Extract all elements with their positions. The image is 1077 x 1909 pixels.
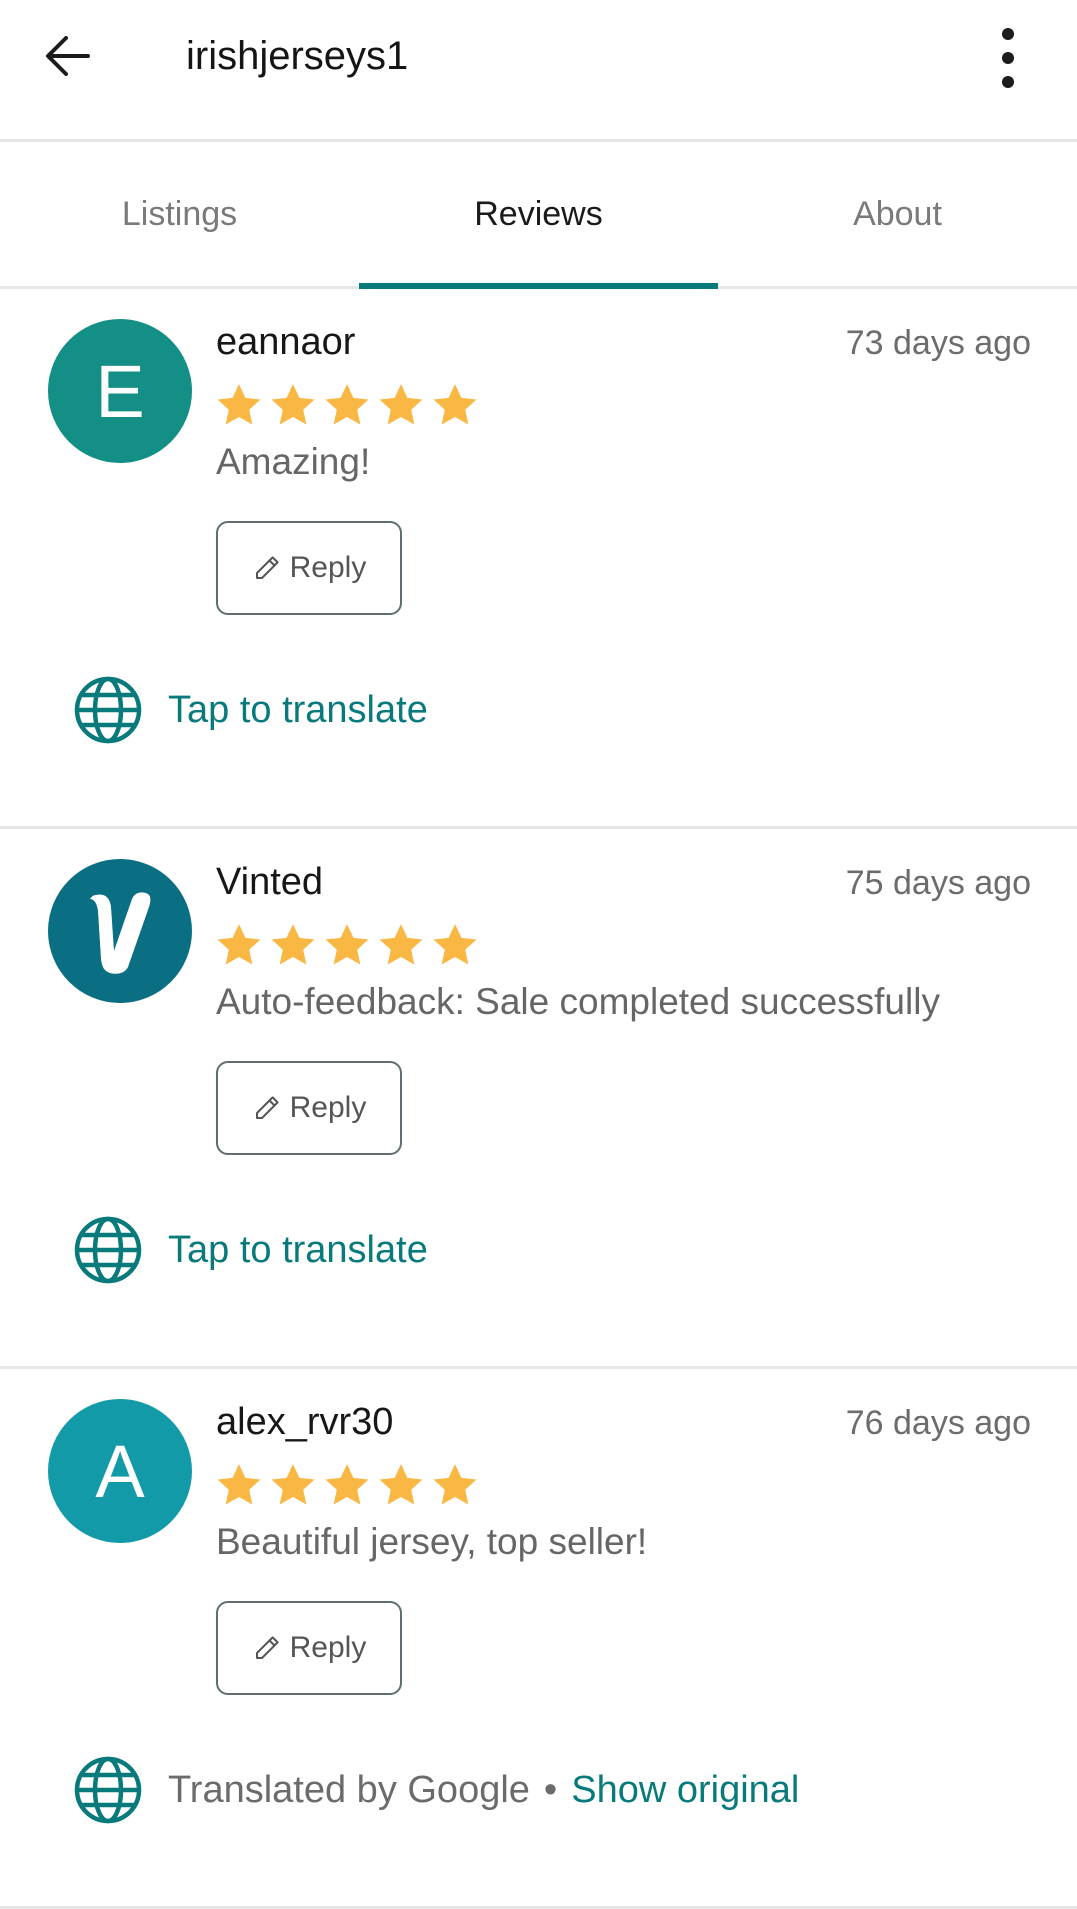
avatar-letter: E bbox=[95, 349, 145, 433]
avatar[interactable]: E bbox=[48, 319, 192, 463]
pencil-icon bbox=[255, 556, 279, 579]
review-time: 75 days ago bbox=[845, 864, 1031, 902]
separator-dot: • bbox=[543, 1768, 558, 1811]
avatar[interactable] bbox=[48, 859, 192, 1003]
review-comment: Amazing! bbox=[216, 441, 371, 482]
star-icon bbox=[325, 1464, 369, 1505]
tab-label: Reviews bbox=[474, 194, 603, 233]
star-icon bbox=[433, 1464, 477, 1505]
translation-info-row: Translated by Google • Show original bbox=[72, 1752, 799, 1828]
app-bar: irishjerseys1 bbox=[0, 0, 1077, 142]
star-icon bbox=[433, 384, 477, 425]
vinted-logo-icon bbox=[90, 892, 151, 974]
translate-row[interactable]: Tap to translate bbox=[72, 672, 428, 748]
reply-button[interactable]: Reply bbox=[216, 1601, 402, 1695]
reply-button[interactable]: Reply bbox=[216, 1061, 402, 1155]
more-vertical-icon bbox=[1002, 28, 1014, 88]
pencil-icon bbox=[255, 1096, 279, 1119]
reviewer-name[interactable]: alex_rvr30 bbox=[216, 1399, 393, 1445]
star-icon bbox=[217, 1464, 261, 1505]
arrow-left-icon bbox=[46, 36, 90, 76]
profile-tabs: Listings Reviews About bbox=[0, 142, 1077, 289]
review-comment: Auto-feedback: Sale completed successful… bbox=[216, 981, 940, 1022]
star-icon bbox=[379, 384, 423, 425]
star-icon bbox=[325, 384, 369, 425]
star-rating bbox=[214, 381, 480, 431]
reply-button[interactable]: Reply bbox=[216, 521, 402, 615]
reviewer-name[interactable]: Vinted bbox=[216, 859, 323, 905]
star-icon bbox=[217, 924, 261, 965]
star-rating bbox=[214, 921, 480, 971]
tab-reviews[interactable]: Reviews bbox=[359, 142, 718, 289]
avatar[interactable]: A bbox=[48, 1399, 192, 1543]
tap-to-translate-link[interactable]: Tap to translate bbox=[168, 689, 428, 732]
tab-about[interactable]: About bbox=[718, 142, 1077, 286]
star-icon bbox=[379, 1464, 423, 1505]
back-button[interactable] bbox=[36, 24, 100, 88]
globe-icon bbox=[72, 674, 144, 746]
reply-label: Reply bbox=[289, 1091, 367, 1124]
pencil-icon bbox=[255, 1636, 279, 1659]
tab-label: Listings bbox=[121, 194, 238, 233]
globe-icon bbox=[72, 1214, 144, 1286]
translated-by-text: Translated by Google bbox=[168, 1768, 530, 1811]
star-icon bbox=[325, 924, 369, 965]
review-time: 76 days ago bbox=[845, 1404, 1031, 1442]
star-icon bbox=[433, 924, 477, 965]
more-menu-button[interactable] bbox=[980, 20, 1036, 96]
translate-row[interactable]: Tap to translate bbox=[72, 1212, 428, 1288]
star-icon bbox=[271, 384, 315, 425]
show-original-link[interactable]: Show original bbox=[571, 1769, 799, 1812]
tab-label: About bbox=[853, 194, 942, 233]
review-item: E eannaor 73 days ago Amazing! Reply Tap bbox=[0, 289, 1077, 829]
tab-listings[interactable]: Listings bbox=[0, 142, 359, 286]
star-icon bbox=[271, 924, 315, 965]
star-icon bbox=[217, 384, 261, 425]
review-time: 73 days ago bbox=[845, 324, 1031, 362]
page-title: irishjerseys1 bbox=[186, 34, 409, 78]
review-item: A alex_rvr30 76 days ago Beautiful jerse… bbox=[0, 1369, 1077, 1909]
review-item: Vinted 75 days ago Auto-feedback: Sale c… bbox=[0, 829, 1077, 1369]
reply-label: Reply bbox=[289, 1631, 367, 1664]
review-comment: Beautiful jersey, top seller! bbox=[216, 1521, 648, 1562]
reviewer-name[interactable]: eannaor bbox=[216, 319, 355, 365]
reply-label: Reply bbox=[289, 551, 367, 584]
globe-icon bbox=[72, 1754, 144, 1826]
star-rating bbox=[214, 1461, 480, 1511]
avatar-letter: A bbox=[95, 1429, 145, 1513]
tap-to-translate-link[interactable]: Tap to translate bbox=[168, 1229, 428, 1272]
star-icon bbox=[379, 924, 423, 965]
star-icon bbox=[271, 1464, 315, 1505]
